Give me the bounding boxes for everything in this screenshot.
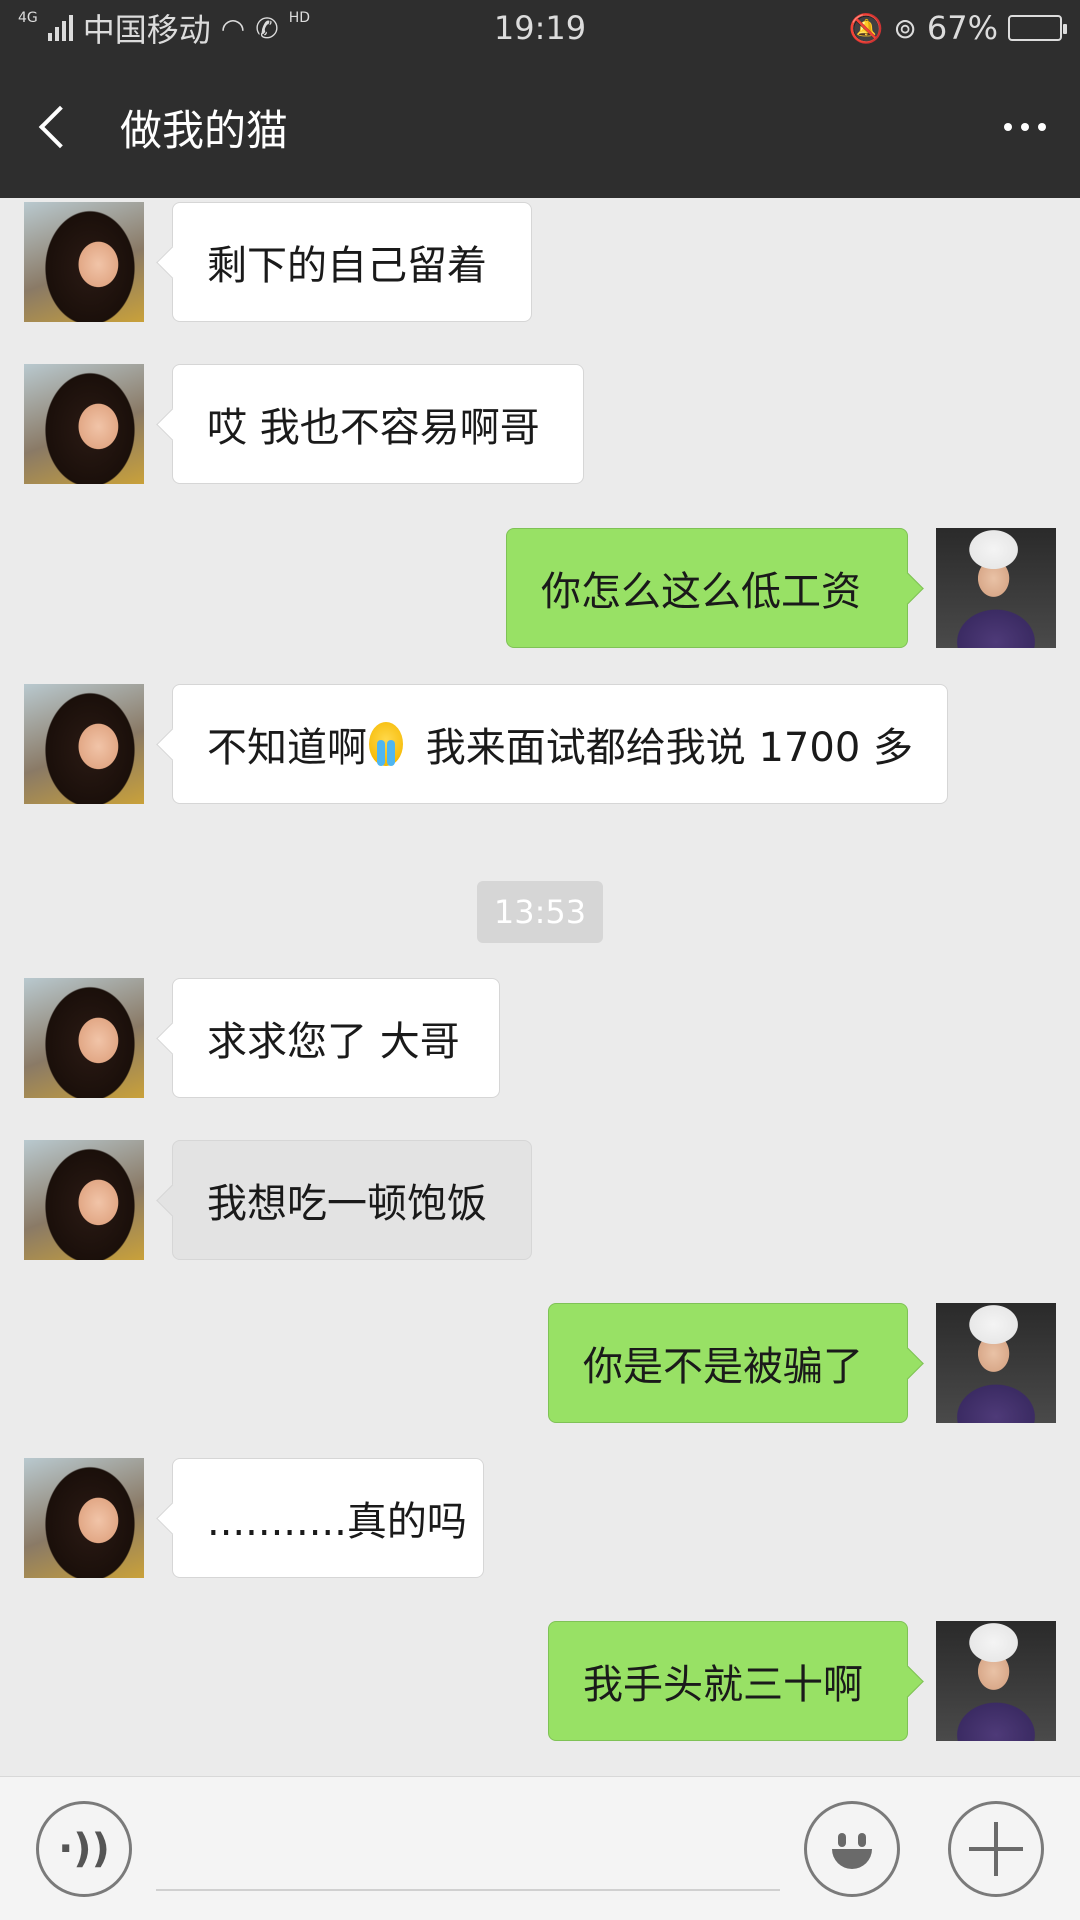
- crying-emoji-icon: [369, 722, 404, 766]
- chat-area[interactable]: 剩下的自己留着 哎 我也不容易啊哥 你怎么这么低工资 不知道啊 我来面试都给我说…: [0, 198, 1080, 1776]
- incoming-message-bubble[interactable]: 不知道啊 我来面试都给我说 1700 多: [172, 684, 948, 804]
- signal-icon: [47, 15, 73, 41]
- incoming-message-bubble-selected[interactable]: 我想吃一顿饱饭: [172, 1140, 532, 1260]
- status-left: 4G 中国移动 ◠ ✆ HD: [18, 5, 310, 51]
- chat-title: 做我的猫: [120, 105, 289, 155]
- carrier-name: 中国移动: [82, 11, 211, 49]
- contact-avatar[interactable]: [24, 1140, 144, 1260]
- message-text: 剩下的自己留着: [207, 243, 487, 289]
- message-text: 我手头就三十啊: [583, 1662, 863, 1708]
- message-text: 你怎么这么低工资: [541, 569, 861, 615]
- incoming-message-bubble[interactable]: 求求您了 大哥: [172, 978, 500, 1098]
- message-text: 你是不是被骗了: [583, 1344, 863, 1390]
- message-text: 我想吃一顿饱饭: [207, 1181, 487, 1227]
- contact-avatar[interactable]: [24, 202, 144, 322]
- message-text: 求求您了 大哥: [207, 1019, 460, 1065]
- contact-avatar[interactable]: [24, 684, 144, 804]
- message-text: 我来面试都给我说 1700 多: [413, 725, 913, 771]
- emoji-icon: [822, 1819, 882, 1879]
- voice-input-button[interactable]: ·)): [36, 1801, 132, 1897]
- rotation-lock-icon: ⊚: [893, 11, 917, 45]
- my-avatar[interactable]: [936, 1621, 1056, 1741]
- back-button[interactable]: [0, 56, 110, 198]
- battery-percent: 67%: [926, 9, 998, 47]
- contact-avatar[interactable]: [24, 978, 144, 1098]
- message-text: 不知道啊: [207, 725, 367, 771]
- battery-icon: [1008, 15, 1067, 41]
- status-bar: 4G 中国移动 ◠ ✆ HD 19:19 🔕 ⊚ 67%: [0, 0, 1080, 56]
- phone-icon: ✆: [255, 11, 279, 45]
- chevron-left-icon: [38, 105, 82, 149]
- voice-icon: ·)): [58, 1826, 110, 1872]
- mute-icon: 🔕: [848, 11, 884, 45]
- more-dot-icon: [1004, 123, 1012, 131]
- emoji-button[interactable]: [804, 1801, 900, 1897]
- wifi-icon: ◠: [220, 11, 246, 45]
- status-right: 🔕 ⊚ 67%: [848, 9, 1067, 47]
- message-input[interactable]: [156, 1797, 780, 1891]
- more-dot-icon: [1038, 123, 1046, 131]
- plus-icon: [969, 1822, 1023, 1876]
- outgoing-message-bubble[interactable]: 我手头就三十啊: [548, 1621, 908, 1741]
- my-avatar[interactable]: [936, 1303, 1056, 1423]
- hd-tag: HD: [288, 10, 310, 26]
- message-text: 哎 我也不容易啊哥: [207, 405, 540, 451]
- incoming-message-bubble[interactable]: 哎 我也不容易啊哥: [172, 364, 584, 484]
- outgoing-message-bubble[interactable]: 你是不是被骗了: [548, 1303, 908, 1423]
- more-actions-button[interactable]: [948, 1801, 1044, 1897]
- more-options-button[interactable]: [970, 56, 1080, 198]
- contact-avatar[interactable]: [24, 1458, 144, 1578]
- incoming-message-bubble[interactable]: ...........真的吗: [172, 1458, 484, 1578]
- network-tag: 4G: [18, 10, 38, 26]
- title-bar: 做我的猫: [0, 56, 1080, 198]
- contact-avatar[interactable]: [24, 364, 144, 484]
- message-text: ...........真的吗: [207, 1499, 467, 1545]
- timestamp-divider: 13:53: [477, 881, 603, 943]
- more-dot-icon: [1021, 123, 1029, 131]
- outgoing-message-bubble[interactable]: 你怎么这么低工资: [506, 528, 908, 648]
- incoming-message-bubble[interactable]: 剩下的自己留着: [172, 202, 532, 322]
- input-bar: ·)): [0, 1776, 1080, 1920]
- my-avatar[interactable]: [936, 528, 1056, 648]
